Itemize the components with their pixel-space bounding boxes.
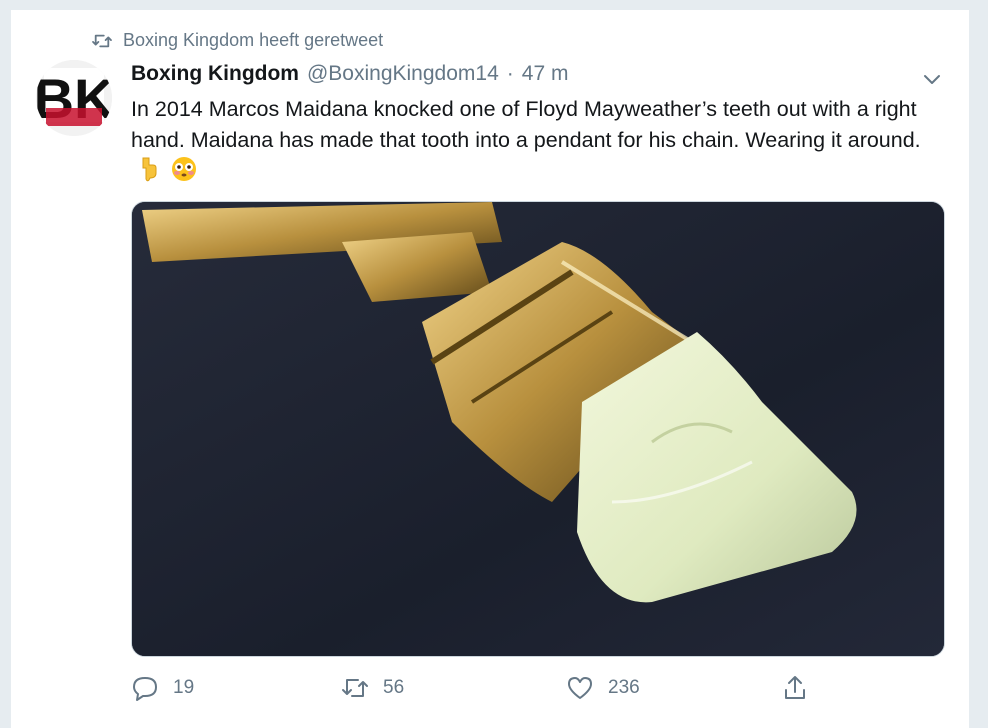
- author-name[interactable]: Boxing Kingdom: [131, 62, 299, 86]
- reply-icon: [133, 677, 157, 701]
- tweet-time[interactable]: 47 m: [522, 62, 569, 86]
- retweet-button[interactable]: 56: [341, 674, 404, 702]
- retweet-count: 56: [383, 677, 405, 698]
- tweet-card[interactable]: Boxing Kingdom heeft geretweet BK Boxing…: [10, 10, 970, 728]
- retweet-icon: [92, 34, 112, 47]
- tooth-pendant-image: [132, 202, 944, 656]
- like-button[interactable]: 236: [566, 674, 640, 702]
- reply-button[interactable]: 19: [131, 674, 194, 702]
- retweet-icon: [342, 679, 368, 697]
- avatar[interactable]: BK: [36, 60, 112, 136]
- tweet-text: In 2014 Marcos Maidana knocked one of Fl…: [131, 94, 931, 187]
- share-icon: [785, 676, 805, 699]
- retweet-context: Boxing Kingdom heeft geretweet: [91, 30, 383, 51]
- heart-icon: [568, 677, 592, 699]
- point-down-emoji: [142, 157, 157, 182]
- avatar-logo: BK: [36, 60, 112, 136]
- author-handle[interactable]: @BoxingKingdom14: [307, 62, 499, 86]
- like-count: 236: [608, 677, 640, 698]
- tweet-actions: 19 56 236: [131, 674, 831, 704]
- share-button[interactable]: [781, 674, 809, 702]
- reply-count: 19: [173, 677, 195, 698]
- chevron-down-icon[interactable]: [919, 66, 945, 92]
- retweet-context-text[interactable]: Boxing Kingdom heeft geretweet: [123, 30, 383, 51]
- tweet-header: Boxing Kingdom @BoxingKingdom14 · 47 m: [131, 62, 568, 86]
- header-separator: ·: [506, 62, 514, 85]
- tweet-body: In 2014 Marcos Maidana knocked one of Fl…: [131, 97, 921, 152]
- flushed-face-emoji: [171, 157, 196, 181]
- tweet-photo[interactable]: [131, 201, 945, 657]
